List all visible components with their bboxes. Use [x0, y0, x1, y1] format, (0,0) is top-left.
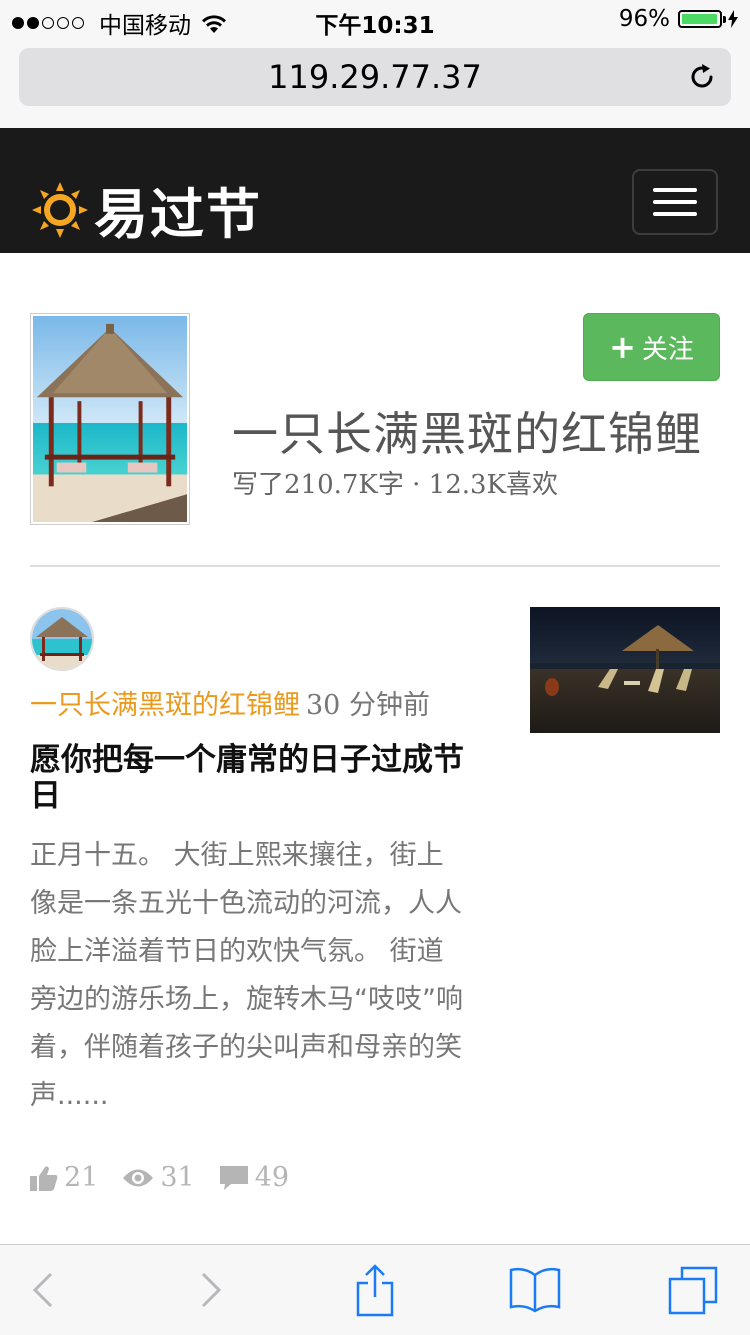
- article-time: 30 分钟前: [306, 690, 430, 721]
- reload-icon[interactable]: [687, 62, 717, 92]
- comment-count: 49: [254, 1162, 290, 1193]
- thumbs-up-icon: [30, 1165, 58, 1191]
- forward-button[interactable]: [188, 1245, 234, 1335]
- comment-icon: [219, 1165, 248, 1190]
- article-author-link[interactable]: 一只长满黑斑的红锦鲤: [30, 690, 300, 721]
- site-navbar: 易过节: [0, 128, 750, 253]
- bookmarks-button[interactable]: [506, 1245, 564, 1335]
- article-title[interactable]: 愿你把每一个庸常的日子过成节日: [30, 742, 470, 814]
- charging-icon: [728, 10, 738, 28]
- browser-toolbar: [0, 1244, 750, 1335]
- site-logo[interactable]: 易过节: [30, 170, 262, 249]
- status-right: 96%: [619, 6, 738, 32]
- author-avatar[interactable]: [30, 607, 94, 671]
- share-button[interactable]: [350, 1245, 400, 1335]
- tabs-button[interactable]: [664, 1245, 722, 1335]
- back-button[interactable]: [20, 1245, 66, 1335]
- tabs-icon: [668, 1266, 718, 1315]
- status-bar: 中国移动 下午10:31 96%: [0, 0, 750, 40]
- sun-icon: [32, 181, 88, 238]
- profile-avatar[interactable]: [30, 313, 190, 525]
- browser-chrome: 119.29.77.37: [0, 40, 750, 128]
- url-text: 119.29.77.37: [268, 58, 482, 96]
- address-bar[interactable]: 119.29.77.37: [19, 48, 731, 106]
- profile-name: 一只长满黑斑的红锦鲤: [232, 407, 702, 461]
- article-meta: 一只长满黑斑的红锦鲤 30 分钟前: [30, 683, 430, 722]
- chevron-left-icon: [32, 1272, 53, 1308]
- chevron-right-icon: [201, 1272, 222, 1308]
- profile-stats: 写了210.7K字 · 12.3K喜欢: [232, 470, 558, 500]
- plus-icon: +: [609, 328, 636, 366]
- follow-button-label: 关注: [641, 334, 694, 365]
- battery-percent: 96%: [618, 6, 670, 32]
- like-stat[interactable]: 21: [30, 1162, 98, 1193]
- battery-icon: [678, 10, 726, 28]
- article-thumbnail[interactable]: [530, 607, 720, 733]
- menu-toggle-button[interactable]: [632, 169, 718, 235]
- hamburger-icon: [653, 188, 697, 192]
- eye-icon: [123, 1169, 154, 1186]
- comment-stat[interactable]: 49: [219, 1162, 289, 1193]
- bookmarks-icon: [509, 1267, 561, 1313]
- like-count: 21: [64, 1162, 99, 1193]
- view-count: 31: [160, 1162, 195, 1193]
- share-icon: [356, 1264, 394, 1317]
- follow-button[interactable]: + 关注: [583, 313, 720, 381]
- site-brand: 易过节: [94, 183, 262, 246]
- section-divider: [30, 565, 720, 567]
- view-stat: 31: [122, 1162, 195, 1193]
- article-stats: 21 31 49: [30, 1162, 313, 1193]
- article-abstract: 正月十五。 大街上熙来攘往，街上像是一条五光十色流动的河流，人人脸上洋溢着节日的…: [30, 840, 463, 1111]
